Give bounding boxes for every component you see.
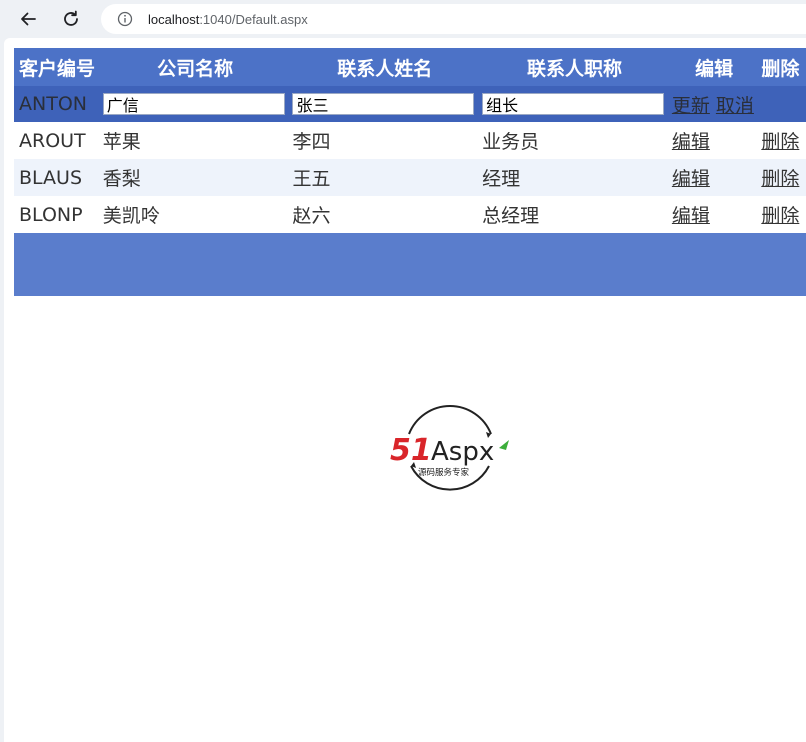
page-content: 客户编号 公司名称 联系人姓名 联系人职称 编辑 删除 ANTON 更新取消 A (4, 38, 806, 742)
grid-header-row: 客户编号 公司名称 联系人姓名 联系人职称 编辑 删除 (14, 48, 806, 86)
row-edit-cell: 编辑 (666, 122, 757, 159)
arrow-left-icon (21, 12, 36, 26)
edit-row-empty-cell (756, 86, 806, 122)
row-id: BLONP (14, 196, 98, 233)
address-bar[interactable]: localhost:1040/Default.aspx (101, 4, 806, 34)
header-contact-title: 联系人职称 (477, 48, 667, 86)
logo-number: 51 (390, 433, 432, 468)
row-title: 业务员 (477, 122, 667, 159)
browser-toolbar: localhost:1040/Default.aspx (0, 0, 806, 38)
site-info-icon[interactable] (117, 11, 133, 27)
edit-link[interactable]: 编辑 (672, 131, 710, 153)
header-contact-name: 联系人姓名 (287, 48, 478, 86)
table-row: BLONP 美凯呤 赵六 总经理 编辑 删除 (14, 196, 806, 233)
url-text: localhost:1040/Default.aspx (148, 11, 308, 27)
header-delete: 删除 (756, 48, 806, 86)
contact-name-input[interactable] (292, 92, 475, 115)
edit-row-actions: 更新 取消 (666, 86, 757, 122)
header-company-name: 公司名称 (97, 48, 288, 86)
delete-link[interactable]: 删除 (761, 205, 799, 227)
row-id: BLAUS (14, 159, 98, 196)
edit-link[interactable]: 编辑 (672, 205, 710, 227)
delete-link[interactable]: 删除 (761, 168, 799, 190)
row-id: AROUT (14, 122, 98, 159)
edit-row-contact-cell (287, 86, 478, 122)
header-edit: 编辑 (666, 48, 757, 86)
row-edit-cell: 编辑 (666, 196, 757, 233)
row-delete-cell: 删除 (756, 159, 806, 196)
row-edit-cell: 编辑 (666, 159, 757, 196)
delete-link[interactable]: 删除 (761, 131, 799, 153)
row-contact: 李四 (287, 122, 478, 159)
row-company: 苹果 (97, 122, 288, 159)
customer-grid: 客户编号 公司名称 联系人姓名 联系人职称 编辑 删除 ANTON 更新取消 A (14, 48, 806, 296)
edit-link[interactable]: 编辑 (672, 168, 710, 190)
table-row: BLAUS 香梨 王五 经理 编辑 删除 (14, 159, 806, 196)
row-contact: 赵六 (287, 196, 478, 233)
row-delete-cell: 删除 (756, 196, 806, 233)
logo-text: Aspx (431, 437, 494, 467)
reload-button[interactable] (58, 6, 84, 32)
row-title: 经理 (477, 159, 667, 196)
brand-logo: 51 Aspx 源码服务专家 (385, 404, 515, 496)
edit-row-title-cell (477, 86, 667, 122)
logo-tagline: 源码服务专家 (418, 467, 470, 478)
row-delete-cell: 删除 (756, 122, 806, 159)
reload-icon (64, 10, 78, 26)
update-link[interactable]: 更新 (672, 95, 710, 117)
edit-row: ANTON 更新取消 (14, 86, 806, 122)
row-company: 美凯呤 (97, 196, 288, 233)
table-row: AROUT 苹果 李四 业务员 编辑 删除 (14, 122, 806, 159)
edit-row-company-cell (97, 86, 288, 122)
back-button[interactable] (15, 6, 41, 32)
header-customer-id: 客户编号 (14, 48, 98, 86)
row-company: 香梨 (97, 159, 288, 196)
cancel-link[interactable]: 取消 (716, 95, 754, 117)
row-title: 总经理 (477, 196, 667, 233)
company-name-input[interactable] (102, 92, 285, 115)
contact-title-input[interactable] (482, 92, 665, 115)
grid-footer (14, 233, 806, 296)
row-contact: 王五 (287, 159, 478, 196)
edit-row-id: ANTON (14, 86, 98, 122)
